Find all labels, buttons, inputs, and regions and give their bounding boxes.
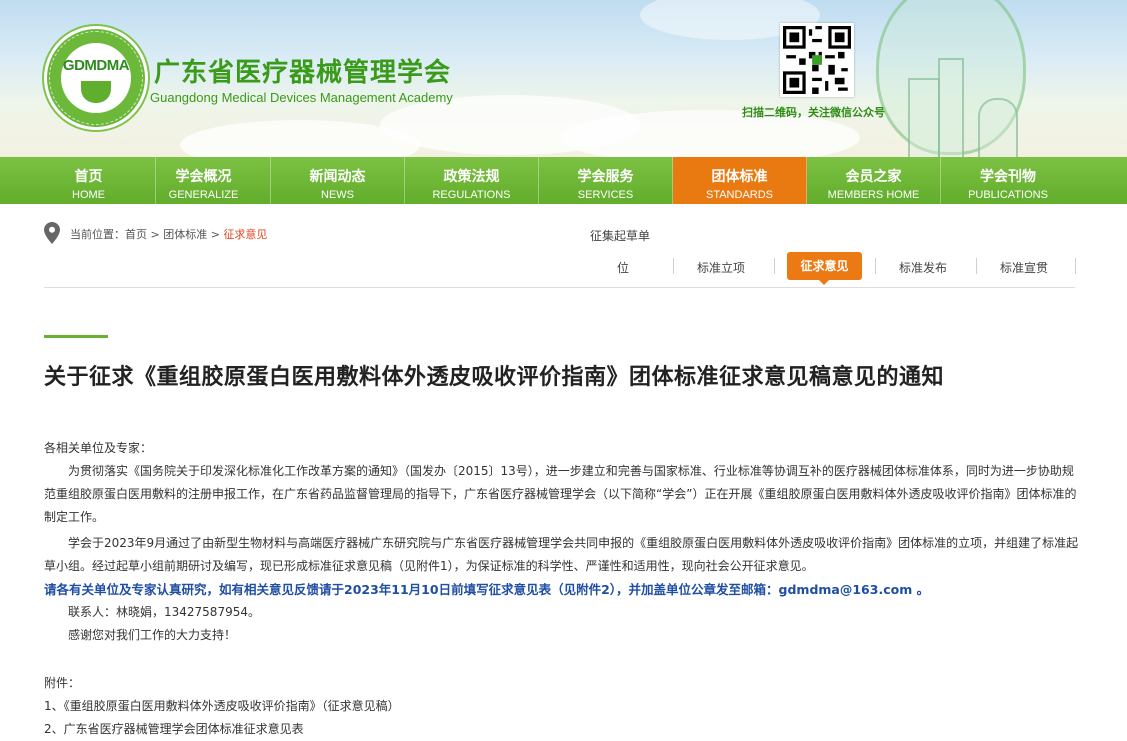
subnav-item-standard-release[interactable]: 标准发布 xyxy=(899,259,947,276)
subnav-item-draft-units-line1[interactable]: 征集起草单 xyxy=(590,227,650,244)
subnav-divider xyxy=(976,258,977,274)
article-salutation: 各相关单位及专家： xyxy=(44,441,153,455)
attachment-link-2[interactable]: 2、广东省医疗器械管理学会团体标准征求意见表 xyxy=(44,718,1084,741)
breadcrumb-separator: > xyxy=(207,228,224,241)
qr-code-icon xyxy=(780,23,854,97)
article-title: 关于征求《重组胶原蛋白医用敷料体外透皮吸收评价指南》团体标准征求意见稿意见的通知 xyxy=(44,365,945,390)
nav-label-cn: 学会刊物 xyxy=(980,169,1036,185)
attachments-label: 附件： xyxy=(44,676,81,690)
breadcrumb-home-link[interactable]: 首页 xyxy=(125,228,147,241)
nav-label-cn: 首页 xyxy=(74,169,103,185)
breadcrumb-separator: > xyxy=(147,228,164,241)
nav-label-en: NEWS xyxy=(321,189,354,201)
article-thanks: 感谢您对我们工作的大力支持！ xyxy=(68,628,237,642)
breadcrumb-current: 征求意见 xyxy=(223,228,268,241)
main-nav: 首页 HOME 学会概况 GENERALIZE 新闻动态 NEWS 政策法规 R… xyxy=(0,157,1127,204)
nav-item-news[interactable]: 新闻动态 NEWS xyxy=(271,157,405,204)
article-paragraph-1: 为贯彻落实《国务院关于印发深化标准化工作改革方案的通知》（国发办〔2015〕13… xyxy=(44,464,1077,524)
subnav-divider xyxy=(673,258,674,274)
nav-label-en: GENERALIZE xyxy=(168,189,239,201)
nav-item-home[interactable]: 首页 HOME xyxy=(22,157,156,204)
subnav-divider xyxy=(774,258,775,274)
site-logo[interactable]: GDMDMA xyxy=(44,26,148,130)
subnav-item-project-approval[interactable]: 标准立项 xyxy=(697,259,745,276)
attachment-link-1[interactable]: 1、《重组胶原蛋白医用敷料体外透皮吸收评价指南》（征求意见稿） xyxy=(44,695,1084,718)
logo-text: GDMDMA xyxy=(62,57,130,74)
nav-label-cn: 新闻动态 xyxy=(309,169,366,185)
test-tube-decoration xyxy=(908,78,940,157)
subnav-divider xyxy=(1075,258,1076,274)
breadcrumb-section-link[interactable]: 团体标准 xyxy=(163,228,207,241)
nav-label-cn: 会员之家 xyxy=(845,169,902,185)
article-paragraph-feedback: 请各有关单位及专家认真研究，如有相关意见反馈请于2023年11月10日前填写征求… xyxy=(44,582,930,597)
site-header: GDMDMA 广东省医疗器械管理学会 Guangdong Medical Dev… xyxy=(0,0,1127,157)
nav-label-en: STANDARDS xyxy=(705,189,774,201)
nav-label-cn: 学会服务 xyxy=(577,169,634,185)
subnav-item-draft-units-line2[interactable]: 位 xyxy=(617,259,629,276)
beaker-decoration xyxy=(978,98,1018,157)
qr-caption: 扫描二维码，关注微信公众号 xyxy=(742,106,885,119)
nav-label-cn: 政策法规 xyxy=(443,169,500,185)
nav-label-en: REGULATIONS xyxy=(432,189,511,201)
location-pin-icon xyxy=(44,222,60,244)
article-contact: 联系人：林晓娟，13427587954。 xyxy=(68,605,260,619)
nav-item-members-home[interactable]: 会员之家 MEMBERS HOME xyxy=(807,157,941,204)
nav-item-generalize[interactable]: 学会概况 GENERALIZE xyxy=(137,157,271,204)
article-paragraph-2: 学会于2023年9月通过了由新型生物材料与高端医疗器械广东研究院与广东省医疗器械… xyxy=(44,536,1079,573)
nav-label-en: MEMBERS HOME xyxy=(827,189,920,201)
nav-label-en: PUBLICATIONS xyxy=(968,189,1048,201)
nav-item-services[interactable]: 学会服务 SERVICES xyxy=(539,157,673,204)
active-indicator-arrow xyxy=(818,279,830,285)
subnav-divider xyxy=(875,258,876,274)
breadcrumb: 当前位置：首页 > 团体标准 > 征求意见 xyxy=(70,226,267,242)
subnav-item-seeking-comments[interactable]: 征求意见 xyxy=(787,252,862,280)
nav-label-cn: 学会概况 xyxy=(175,169,232,185)
test-tube-decoration xyxy=(938,58,964,157)
nav-item-publications[interactable]: 学会刊物 PUBLICATIONS xyxy=(941,157,1075,204)
breadcrumb-prefix: 当前位置： xyxy=(70,228,125,241)
nav-item-standards[interactable]: 团体标准 STANDARDS xyxy=(673,157,807,204)
nav-label-en: HOME xyxy=(72,189,105,201)
site-title: 广东省医疗器械管理学会 xyxy=(154,58,452,88)
nav-label-cn: 团体标准 xyxy=(711,169,768,185)
title-accent-bar xyxy=(44,335,108,338)
nav-item-regulations[interactable]: 政策法规 REGULATIONS xyxy=(405,157,539,204)
subnav-item-standard-promotion[interactable]: 标准宣贯 xyxy=(1000,259,1048,276)
section-divider xyxy=(44,287,1075,288)
nav-label-en: SERVICES xyxy=(577,189,634,201)
site-subtitle: Guangdong Medical Devices Management Aca… xyxy=(150,90,453,105)
